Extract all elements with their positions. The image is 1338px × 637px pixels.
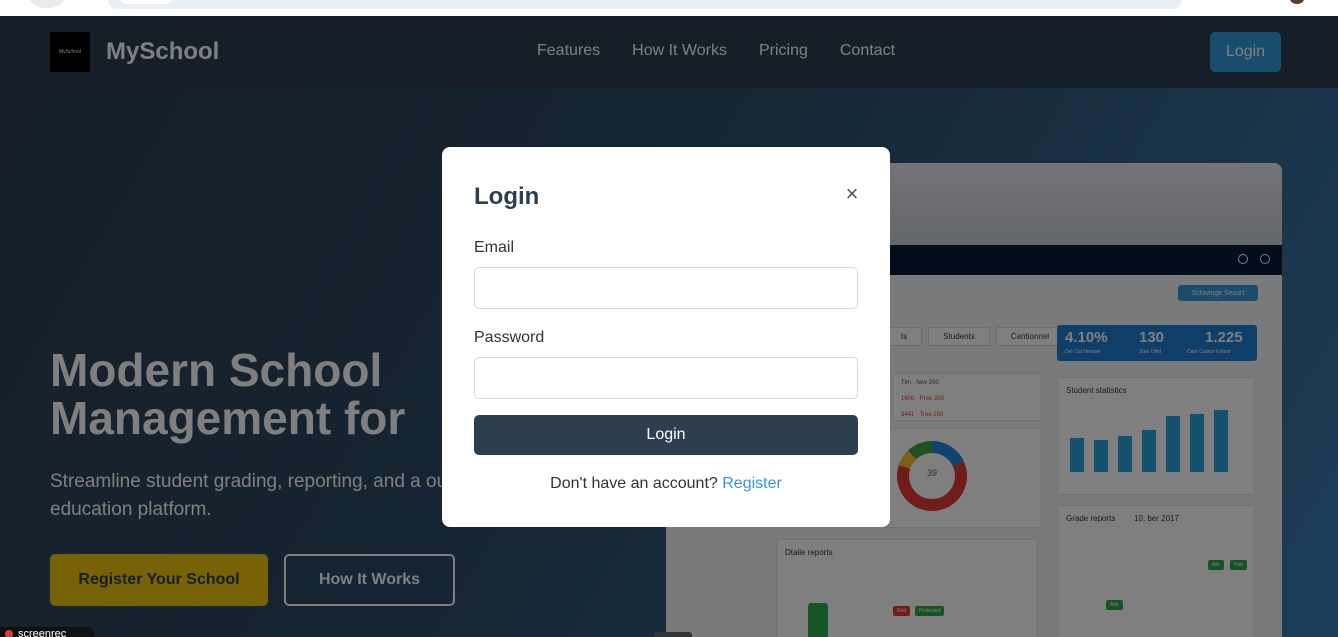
email-field[interactable] [474, 267, 858, 309]
login-submit-button[interactable]: Login [474, 415, 858, 455]
browser-top-strip [0, 0, 1338, 16]
register-prompt-text: Don't have an account? [550, 475, 718, 492]
register-prompt: Don't have an account? Register [442, 475, 890, 493]
address-bar[interactable] [108, 0, 1182, 9]
profile-avatar[interactable] [1290, 0, 1304, 4]
bottom-chip [654, 632, 692, 637]
password-label: Password [474, 329, 545, 346]
modal-title: Login [474, 183, 540, 210]
landing-page: MySchool MySchool Features How It Works … [0, 16, 1338, 637]
register-link[interactable]: Register [722, 475, 782, 492]
browser-tab[interactable] [30, 0, 64, 8]
password-field[interactable] [474, 357, 858, 399]
screenrec-badge: screenrec [0, 627, 94, 637]
address-bar-chip [120, 0, 172, 4]
close-icon[interactable]: × [842, 183, 862, 205]
login-modal: Login × Email Password Login Don't have … [442, 147, 890, 527]
email-label: Email [474, 239, 515, 256]
